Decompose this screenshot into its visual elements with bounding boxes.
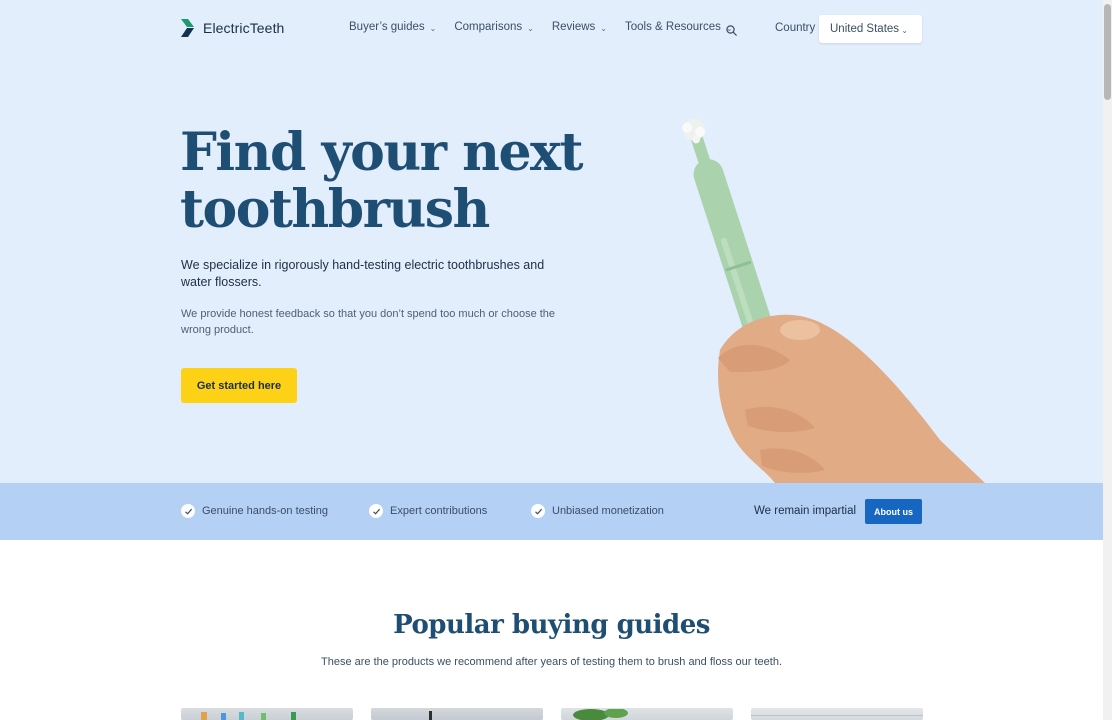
country-label: Country <box>775 22 816 34</box>
trust-label: Unbiased monetization <box>552 505 664 517</box>
guide-card-image <box>573 708 628 720</box>
check-icon <box>181 504 195 518</box>
chevron-down-icon: ⌄ <box>527 23 534 33</box>
trust-label: Expert contributions <box>390 505 488 517</box>
hero-lede: We specialize in rigorously hand-testing… <box>181 258 545 289</box>
guide-card-image <box>429 711 432 720</box>
nav-tools-resources[interactable]: Tools & Resources ⌄ <box>625 21 733 33</box>
check-icon <box>369 504 383 518</box>
chevron-down-icon: ⌄ <box>429 23 437 33</box>
nav-label: Tools & Resources <box>624 21 721 33</box>
country-value: United States <box>830 23 900 35</box>
guides-subtitle: These are the products we recommend afte… <box>320 656 783 668</box>
brand-name: ElectricTeeth <box>203 20 285 36</box>
guide-card-image <box>201 712 296 720</box>
nav-label: Buyer’s guides <box>349 21 425 33</box>
nav-comparisons[interactable]: Comparisons ⌄ <box>454 21 533 33</box>
hero-section: ElectricTeeth Buyer’s guides ⌄ Compariso… <box>0 0 1103 483</box>
about-us-button[interactable]: About us <box>865 499 922 524</box>
nav-label: Comparisons <box>454 21 523 33</box>
search-icon <box>726 25 737 36</box>
guide-card[interactable] <box>371 708 543 720</box>
guide-card[interactable] <box>751 708 923 720</box>
nav-reviews[interactable]: Reviews ⌄ <box>552 21 607 33</box>
impartial-text: We remain impartial <box>754 505 857 517</box>
hand-holding-toothbrush-image <box>682 118 985 483</box>
country-select[interactable]: United States ⌄ <box>819 15 922 43</box>
headline-line-2: toothbrush <box>180 179 490 240</box>
chevron-down-icon: ⌄ <box>600 23 607 33</box>
check-icon <box>531 504 545 518</box>
chevron-down-icon: ⌄ <box>901 26 908 35</box>
site-logo[interactable]: ElectricTeeth <box>181 19 284 37</box>
guide-card[interactable] <box>181 708 353 720</box>
search-button[interactable] <box>726 23 737 41</box>
scrollbar-thumb[interactable] <box>1104 4 1111 100</box>
trust-item-unbiased-monetization: Unbiased monetization <box>531 504 664 518</box>
page-scrollbar[interactable] <box>1103 0 1112 720</box>
get-started-button[interactable]: Get started here <box>181 368 297 403</box>
nav-buyers-guides[interactable]: Buyer’s guides ⌄ <box>349 21 436 33</box>
trust-item-expert-contributions: Expert contributions <box>369 504 487 518</box>
guide-card-image <box>751 715 923 716</box>
trust-item-hands-on-testing: Genuine hands-on testing <box>181 504 328 518</box>
guides-title: Popular buying guides <box>393 610 710 640</box>
main-menu: Buyer’s guides ⌄ Comparisons ⌄ Reviews ⌄… <box>349 21 751 33</box>
headline-line-1: Find your next <box>180 122 584 183</box>
guide-card[interactable] <box>561 708 733 720</box>
top-navigation: ElectricTeeth Buyer’s guides ⌄ Compariso… <box>0 0 1103 58</box>
logo-icon <box>181 19 194 37</box>
hero-headline: Find your next toothbrush <box>180 124 600 238</box>
nav-label: Reviews <box>551 21 596 33</box>
trust-strip: Genuine hands-on testing Expert contribu… <box>0 483 1103 540</box>
trust-label: Genuine hands-on testing <box>202 505 328 517</box>
hero-subtext: We provide honest feedback so that you d… <box>181 308 556 336</box>
